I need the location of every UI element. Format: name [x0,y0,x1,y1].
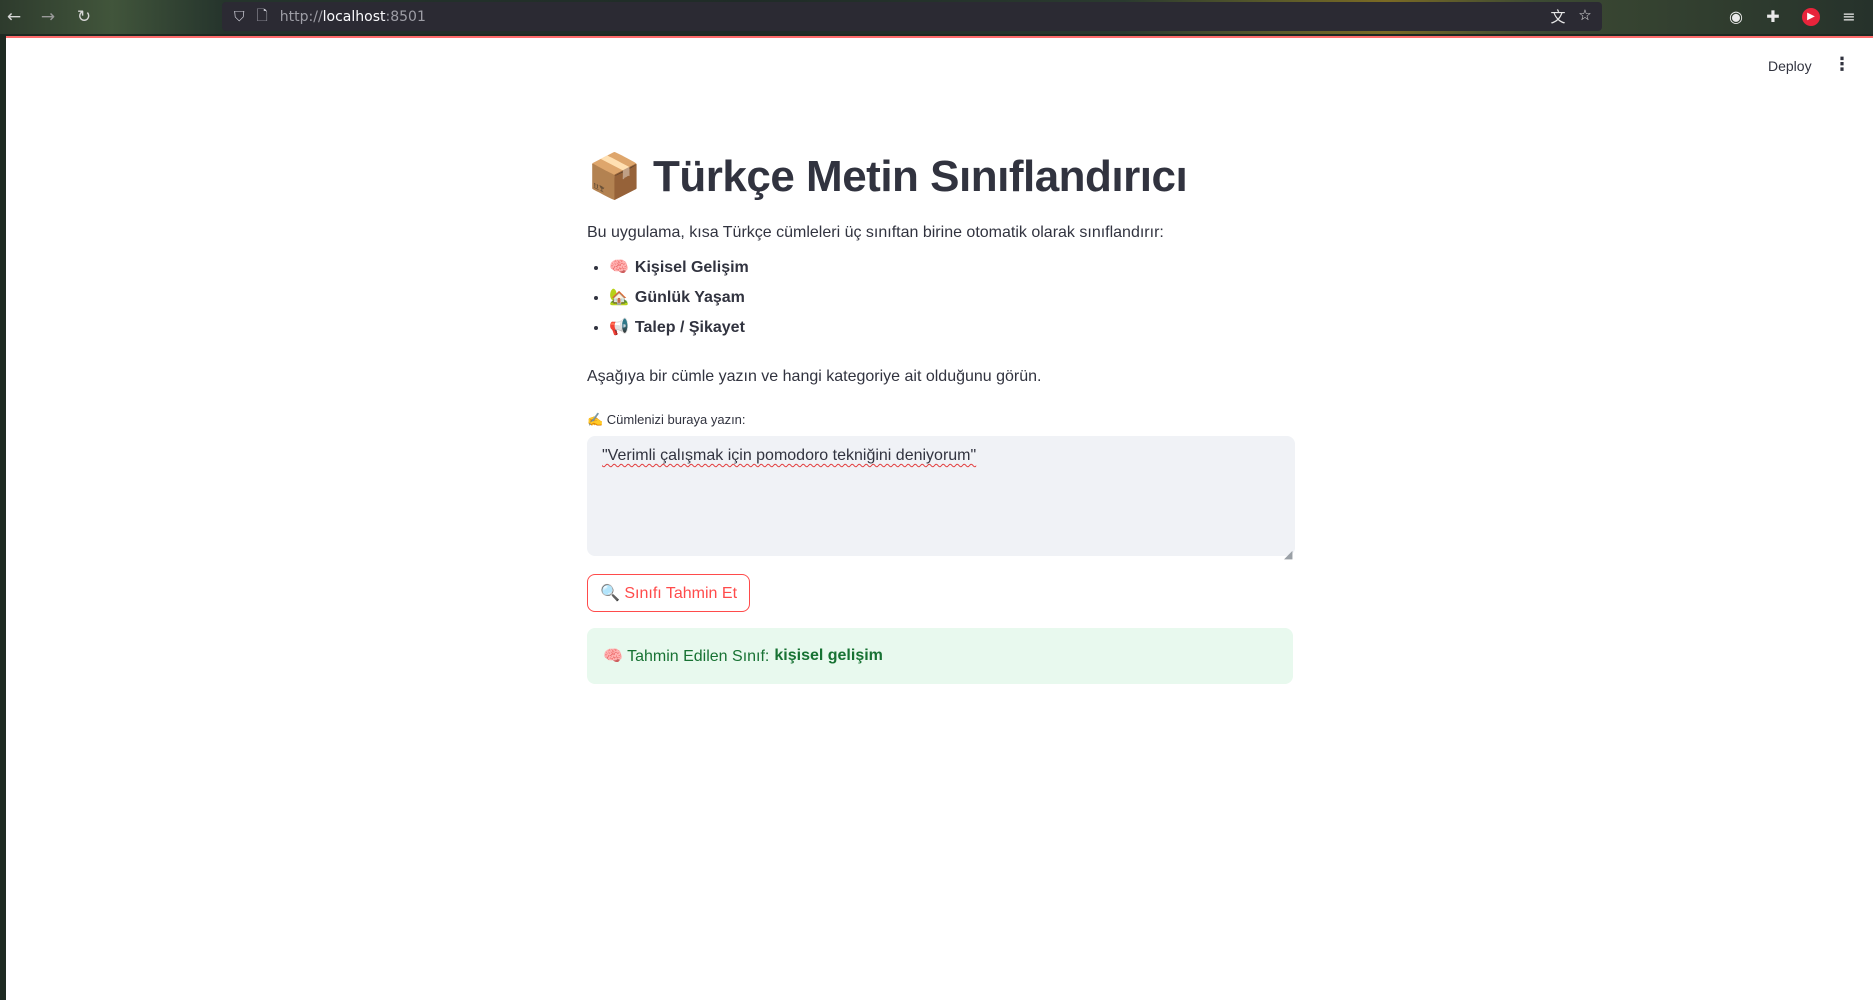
url-scheme: http:// [279,8,323,25]
reload-icon[interactable]: ↻ [72,6,96,28]
intro-text: Bu uygulama, kısa Türkçe cümleleri üç sı… [587,224,1164,241]
star-icon[interactable]: ☆ [1574,6,1596,24]
predict-class-button[interactable]: 🔍 Sınıfı Tahmin Et [587,574,751,612]
forward-arrow-icon[interactable]: → [36,6,60,28]
category-item: 🧠 Kişisel Gelişim [609,253,749,283]
browser-toolbar: ← → ↻ ⛉ 🗋 http://localhost:8501 文 ☆ ◉ ✚ … [0,0,1873,34]
resize-handle-icon[interactable]: ◢ [1284,548,1292,561]
sentence-input[interactable]: "Verimli çalışmak için pomodoro tekniğin… [587,436,1295,556]
category-label: Günlük Yaşam [634,289,745,306]
instruction-text: Aşağıya bir cümle yazın ve hangi kategor… [587,368,1042,385]
menu-icon[interactable]: ≡ [1838,6,1860,28]
more-options-icon[interactable]: ⋮ [1832,54,1852,78]
brain-icon: 🧠 [609,259,629,276]
url-bar[interactable]: ⛉ 🗋 http://localhost:8501 文 ☆ [222,2,1602,31]
url-port: :8501 [385,8,426,25]
youtube-icon[interactable]: ▶ [1802,8,1820,26]
sentence-input-label: ✍️ Cümlenizi buraya yazın: [587,412,746,427]
deploy-button[interactable]: Deploy [1768,58,1812,74]
page-title-text: Türkçe Metin Sınıflandırıcı [653,152,1188,201]
url-text[interactable]: http://localhost:8501 [280,9,426,25]
back-arrow-icon[interactable]: ← [2,6,26,28]
result-prefix: 🧠 Tahmin Edilen Sınıf: [603,648,770,665]
category-label: Talep / Şikayet [634,319,745,336]
category-item: 📢 Talep / Şikayet [609,313,749,343]
category-label: Kişisel Gelişim [634,259,749,276]
prediction-result-alert: 🧠 Tahmin Edilen Sınıf: kişisel gelişim [587,628,1293,684]
category-item: 🏡 Günlük Yaşam [609,283,749,313]
page-icon: 🗋 [256,7,268,24]
package-icon: 📦 [587,152,642,201]
url-host: localhost [322,8,386,25]
account-icon[interactable]: ◉ [1725,6,1747,28]
predicted-class: kişisel gelişim [774,647,883,664]
app-page: Deploy ⋮ 📦 Türkçe Metin Sınıflandırıcı B… [6,38,1873,1000]
house-icon: 🏡 [609,289,629,306]
translate-icon[interactable]: 文 [1547,6,1569,27]
megaphone-icon: 📢 [609,319,629,336]
extensions-icon[interactable]: ✚ [1762,6,1784,28]
page-title: 📦 Türkçe Metin Sınıflandırıcı [587,150,1487,202]
shield-icon[interactable]: ⛉ [234,9,245,25]
category-list: 🧠 Kişisel Gelişim 🏡 Günlük Yaşam 📢 Talep / … [587,253,749,343]
